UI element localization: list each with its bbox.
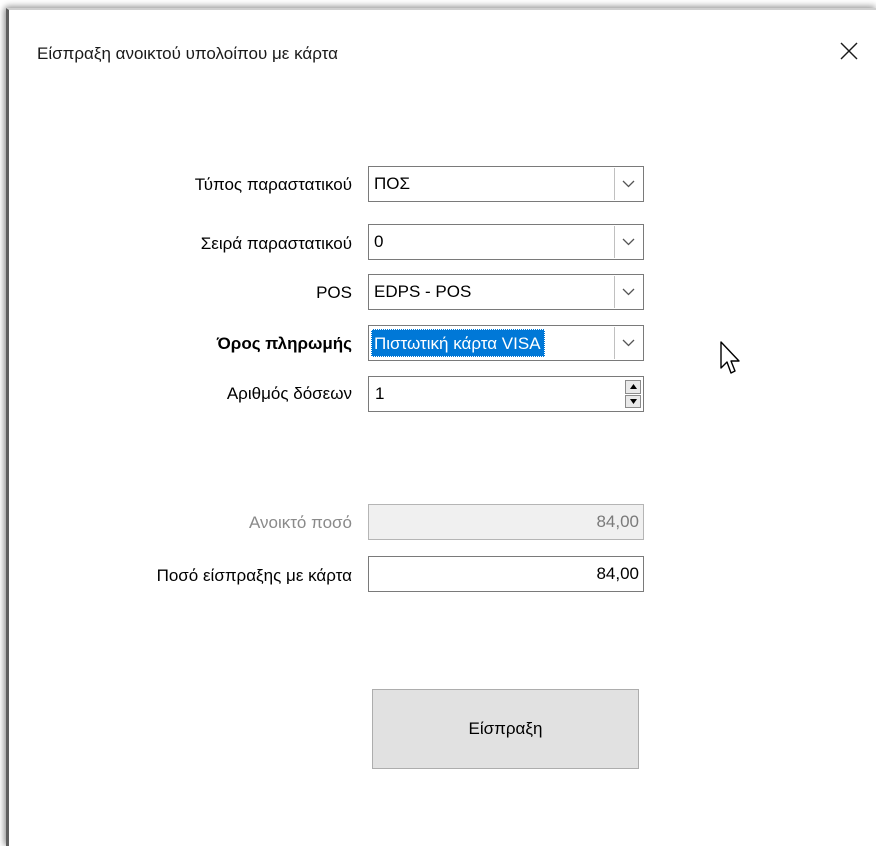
payment-term-value: Πιστωτική κάρτα VISA xyxy=(371,329,545,357)
payment-term-label: Όρος πληρωμής xyxy=(216,334,352,353)
document-type-dropdown-button[interactable] xyxy=(614,168,642,200)
close-button[interactable] xyxy=(832,36,866,66)
payment-term-dropdown-button[interactable] xyxy=(614,327,642,359)
spin-up-icon xyxy=(629,384,637,390)
dialog-window: Είσπραξη ανοικτού υπολοίπου με κάρτα Τύπ… xyxy=(6,8,876,846)
installments-spin-buttons xyxy=(625,380,641,408)
collect-button[interactable]: Είσπραξη xyxy=(372,689,639,769)
pos-combo[interactable]: EDPS - POS xyxy=(368,274,644,310)
installments-value: 1 xyxy=(375,384,385,403)
document-type-combo[interactable]: ΠΟΣ xyxy=(368,166,644,202)
window-title: Είσπραξη ανοικτού υπολοίπου με κάρτα xyxy=(37,44,338,63)
document-series-label: Σειρά παραστατικού xyxy=(200,234,352,253)
spin-up-button[interactable] xyxy=(625,380,641,394)
open-amount-field: 84,00 xyxy=(368,504,644,540)
chevron-down-icon xyxy=(622,288,635,296)
document-series-combo[interactable]: 0 xyxy=(368,224,644,260)
open-amount-label: Ανοικτό ποσό xyxy=(248,513,352,532)
card-amount-field[interactable]: 84,00 xyxy=(368,556,644,592)
card-amount-label: Ποσό είσπραξης με κάρτα xyxy=(156,566,352,585)
document-series-dropdown-button[interactable] xyxy=(614,226,642,258)
mouse-pointer-icon xyxy=(720,341,740,374)
pos-dropdown-button[interactable] xyxy=(614,276,642,308)
chevron-down-icon xyxy=(622,238,635,246)
close-icon xyxy=(840,42,858,60)
pos-value: EDPS - POS xyxy=(374,282,472,301)
chevron-down-icon xyxy=(622,339,635,347)
title-bar: Είσπραξη ανοικτού υπολοίπου με κάρτα xyxy=(9,10,876,70)
chevron-down-icon xyxy=(622,180,635,188)
spin-down-icon xyxy=(629,398,637,404)
pos-label: POS xyxy=(316,283,352,302)
payment-term-combo[interactable]: Πιστωτική κάρτα VISA xyxy=(368,325,644,361)
installments-label: Αριθμός δόσεων xyxy=(226,384,352,403)
document-type-label: Τύπος παραστατικού xyxy=(194,175,352,194)
document-type-value: ΠΟΣ xyxy=(374,174,411,193)
installments-stepper[interactable]: 1 xyxy=(368,376,644,412)
document-series-value: 0 xyxy=(374,232,384,251)
spin-down-button[interactable] xyxy=(625,394,641,408)
